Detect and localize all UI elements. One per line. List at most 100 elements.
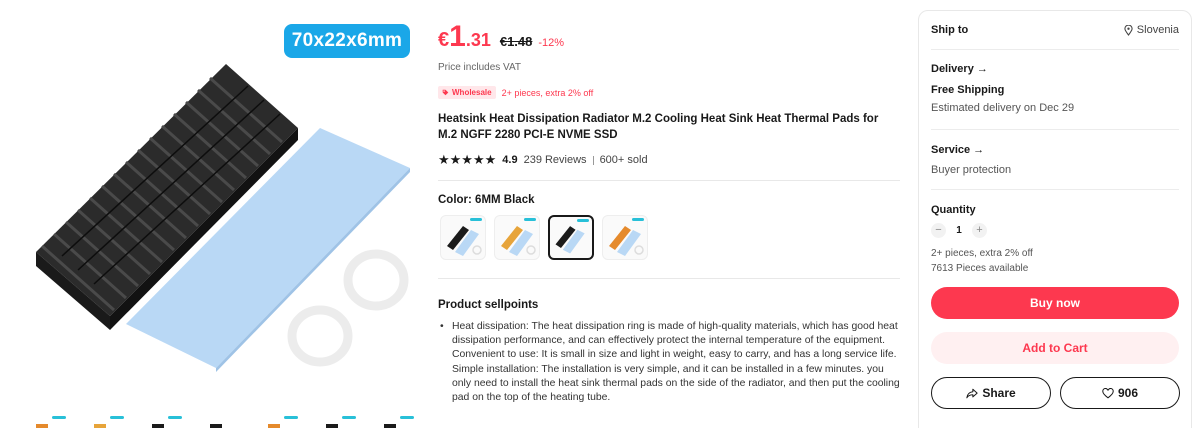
- bulk-offer: 2+ pieces, extra 2% off: [931, 248, 1033, 259]
- quantity-value[interactable]: 1: [954, 225, 964, 236]
- reviews-link[interactable]: 239 Reviews: [524, 154, 587, 166]
- wholesale-offer: 2+ pieces, extra 2% off: [501, 87, 594, 98]
- ship-to-country[interactable]: Slovenia: [1124, 24, 1179, 36]
- quantity-increase-button[interactable]: +: [972, 223, 987, 238]
- wholesale-badge-label: Wholesale: [452, 88, 492, 97]
- thumbnail-tag: [52, 416, 66, 419]
- thumbnail-swatch: [210, 424, 222, 428]
- color-swatch-1[interactable]: [440, 215, 486, 260]
- thumbnail-6[interactable]: [320, 412, 358, 428]
- thumbnail-swatch: [384, 424, 396, 428]
- heatsink-illustration: [36, 64, 410, 372]
- divider: [931, 189, 1179, 190]
- rating-value: 4.9: [502, 154, 518, 166]
- divider: [931, 49, 1179, 50]
- product-gallery: 70x22x6mm: [0, 0, 420, 428]
- product-info: € 1 .31 €1.48 -12% Price includes VAT Wh…: [438, 0, 904, 428]
- swatch-thumbnail: [555, 226, 585, 254]
- vat-note: Price includes VAT: [438, 62, 521, 73]
- thumbnail-tag: [110, 416, 124, 419]
- sellpoint-3: Simple installation: The installation is…: [452, 363, 900, 404]
- add-to-cart-button[interactable]: Add to Cart: [931, 332, 1179, 364]
- estimated-delivery: Estimated delivery on Dec 29: [931, 102, 1075, 114]
- divider: [931, 129, 1179, 130]
- quantity-decrease-button[interactable]: −: [931, 223, 946, 238]
- swatch-thumbnail: [609, 226, 644, 256]
- rating-row: ★★★★★ 4.9 239 Reviews 600+ sold: [438, 152, 648, 168]
- silicone-ring-1: [343, 249, 409, 311]
- location-pin-icon: [1124, 24, 1133, 36]
- thumbnail-strip: [30, 412, 420, 428]
- thumbnail-swatch: [152, 424, 164, 428]
- swatch-tag: [524, 218, 536, 221]
- original-price: €1.48: [499, 34, 533, 49]
- thumbnail-swatch: [94, 424, 106, 428]
- sold-count: 600+ sold: [599, 154, 648, 166]
- sellpoints-body: • Heat dissipation: The heat dissipation…: [438, 320, 904, 405]
- pieces-available: 7613 Pieces available: [931, 263, 1029, 274]
- sellpoints-title: Product sellpoints: [438, 299, 539, 311]
- thumbnail-3[interactable]: [146, 412, 184, 428]
- color-label: Color: 6MM Black: [438, 194, 535, 206]
- bullet: •: [440, 321, 444, 332]
- divider: [592, 155, 594, 165]
- share-button[interactable]: Share: [931, 377, 1051, 409]
- star-rating-icon: ★★★★★: [438, 152, 497, 167]
- divider: [438, 180, 900, 181]
- thumbnail-tag: [342, 416, 356, 419]
- color-swatches: [440, 215, 648, 260]
- wishlist-count: 906: [1117, 386, 1139, 400]
- service-value: Buyer protection: [931, 164, 1012, 176]
- swatch-tag: [632, 218, 644, 221]
- tag-icon: [442, 89, 449, 96]
- shipping-info: Free Shipping: [931, 84, 1005, 96]
- country-name: Slovenia: [1136, 24, 1179, 36]
- quantity-label: Quantity: [931, 204, 976, 216]
- product-title: Heatsink Heat Dissipation Radiator M.2 C…: [438, 113, 879, 141]
- divider: [438, 278, 900, 279]
- price-currency: €: [438, 29, 450, 51]
- ship-to-row[interactable]: Ship to Slovenia: [931, 24, 1179, 36]
- swatch-thumbnail: [447, 226, 482, 256]
- ship-to-label: Ship to: [931, 24, 969, 36]
- swatch-tag: [577, 219, 589, 222]
- quantity-stepper: − 1 +: [931, 223, 987, 238]
- price-decimal: .31: [465, 30, 491, 50]
- thumbnail-2[interactable]: [88, 412, 126, 428]
- purchase-panel: Ship to Slovenia Delivery → Free Shippin…: [918, 10, 1192, 428]
- arrow-right-icon: →: [976, 63, 988, 75]
- heart-icon: [1102, 387, 1114, 398]
- color-swatch-3[interactable]: [548, 215, 594, 260]
- thumbnail-tag: [284, 416, 298, 419]
- thumbnail-tag: [168, 416, 182, 419]
- thumbnail-5[interactable]: [262, 412, 300, 428]
- share-icon: [966, 388, 978, 398]
- price-integer: 1: [449, 20, 466, 53]
- thumbnail-swatch: [326, 424, 338, 428]
- wholesale-badge: Wholesale: [438, 86, 496, 99]
- wholesale-row: Wholesale 2+ pieces, extra 2% off: [438, 86, 593, 99]
- thumbnail-7[interactable]: [378, 412, 416, 428]
- price-row: € 1 .31 €1.48 -12%: [438, 20, 564, 54]
- wishlist-button[interactable]: 906: [1060, 377, 1180, 409]
- swatch-tag: [470, 218, 482, 221]
- thumbnail-4[interactable]: [204, 412, 242, 428]
- delivery-link[interactable]: Delivery →: [931, 63, 988, 75]
- swatch-thumbnail: [501, 226, 536, 256]
- color-swatch-2[interactable]: [494, 215, 540, 260]
- arrow-right-icon: →: [973, 144, 985, 156]
- discount-percent: -12%: [538, 37, 565, 49]
- color-swatch-4[interactable]: [602, 215, 648, 260]
- size-badge: 70x22x6mm: [284, 24, 410, 58]
- thumbnail-1[interactable]: [30, 412, 68, 428]
- thumbnail-tag: [400, 416, 414, 419]
- delivery-label: Delivery: [931, 63, 974, 75]
- buy-now-button[interactable]: Buy now: [931, 287, 1179, 319]
- service-label: Service: [931, 144, 971, 156]
- silicone-ring-2: [287, 305, 353, 367]
- sellpoint-1: Heat dissipation: The heat dissipation r…: [452, 321, 898, 347]
- product-main-image[interactable]: [22, 16, 420, 412]
- service-link[interactable]: Service →: [931, 144, 984, 156]
- thumbnail-swatch: [268, 424, 280, 428]
- share-label: Share: [982, 386, 1016, 400]
